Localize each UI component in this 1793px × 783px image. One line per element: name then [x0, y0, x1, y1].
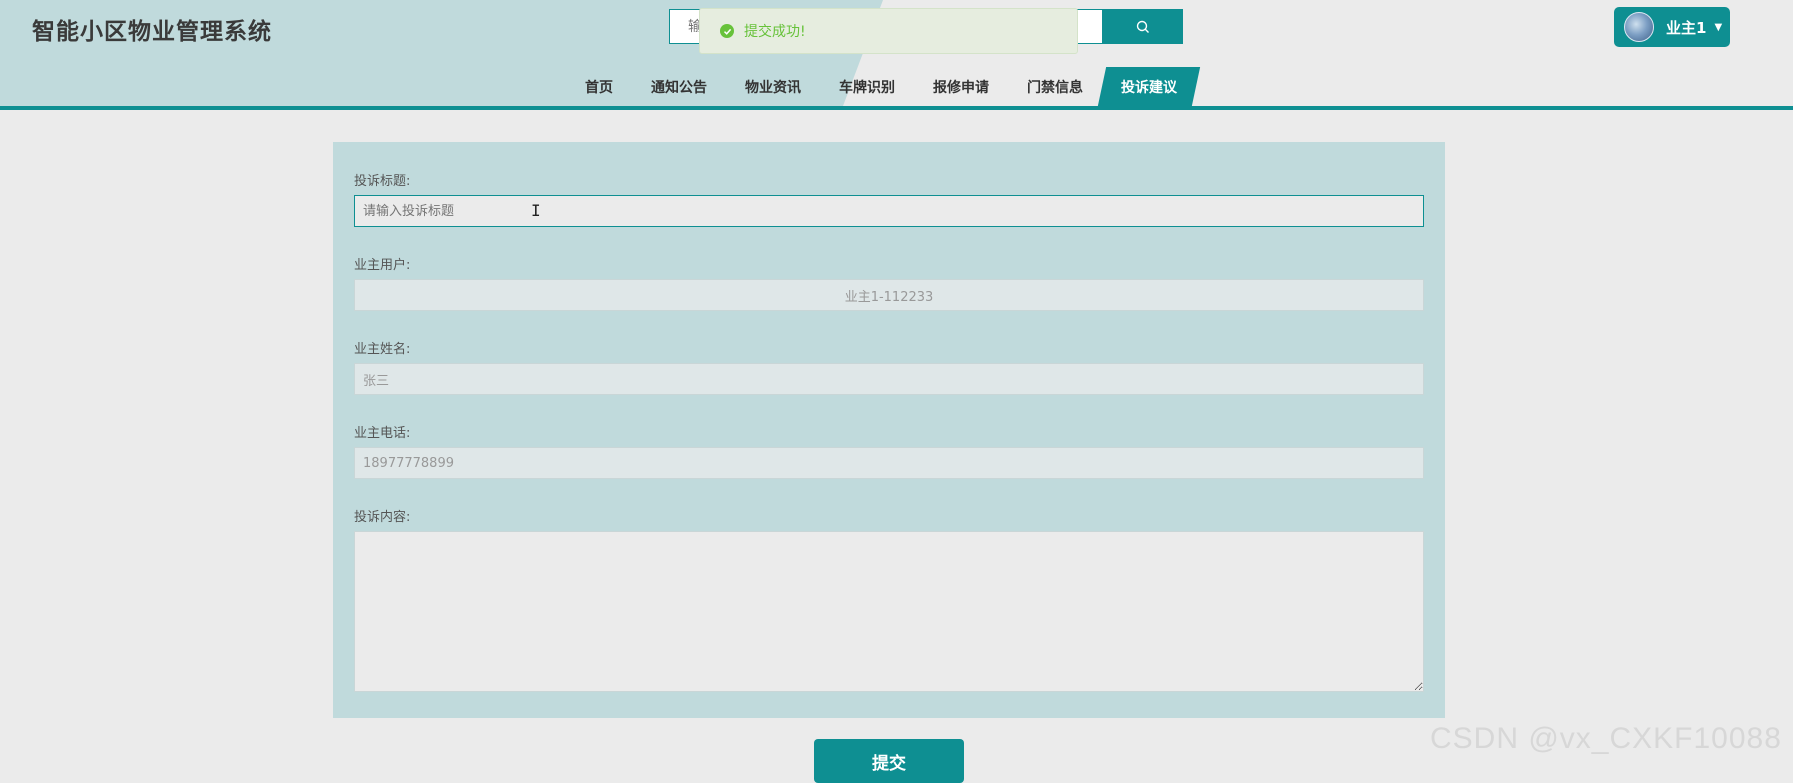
- chevron-down-icon: ▼: [1714, 21, 1723, 33]
- complaint-content-textarea[interactable]: [354, 531, 1424, 692]
- site-title: 智能小区物业管理系统: [32, 19, 272, 45]
- nav-item-news[interactable]: 物业资讯: [726, 67, 820, 106]
- complaint-form: 投诉标题: 业主用户: 业主姓名: 业主电话: 投诉内容:: [333, 142, 1445, 718]
- text-cursor-icon: I: [531, 201, 541, 220]
- nav-item-access[interactable]: 门禁信息: [1008, 67, 1102, 106]
- watermark: CSDN @vx_CXKF10088: [1430, 722, 1782, 755]
- check-circle-icon: [720, 24, 734, 38]
- submit-button[interactable]: 提交: [814, 739, 964, 783]
- owner-user-label: 业主用户:: [354, 258, 411, 273]
- nav-item-home[interactable]: 首页: [566, 67, 632, 106]
- complaint-title-input[interactable]: [354, 195, 1424, 227]
- content-label: 投诉内容:: [354, 510, 411, 525]
- owner-phone-label: 业主电话:: [354, 426, 411, 441]
- main-nav: 首页 通知公告 物业资讯 车牌识别 报修申请 门禁信息 投诉建议: [566, 67, 1196, 106]
- owner-user-field[interactable]: [354, 279, 1424, 311]
- nav-item-repair[interactable]: 报修申请: [914, 67, 1008, 106]
- toast-message: 提交成功!: [744, 24, 806, 40]
- nav-item-complaints[interactable]: 投诉建议: [1102, 67, 1196, 106]
- nav-item-plate-recognition[interactable]: 车牌识别: [820, 67, 914, 106]
- search-icon: [1136, 20, 1149, 33]
- owner-name-field[interactable]: [354, 363, 1424, 395]
- success-toast: 提交成功!: [699, 8, 1078, 54]
- avatar: [1624, 12, 1654, 42]
- user-menu[interactable]: 业主1 ▼: [1614, 7, 1730, 47]
- nav-item-notices[interactable]: 通知公告: [632, 67, 726, 106]
- title-label: 投诉标题:: [354, 174, 411, 189]
- search-button[interactable]: [1103, 9, 1183, 44]
- owner-phone-field[interactable]: [354, 447, 1424, 479]
- user-name: 业主1: [1666, 18, 1707, 37]
- owner-name-label: 业主姓名:: [354, 342, 411, 357]
